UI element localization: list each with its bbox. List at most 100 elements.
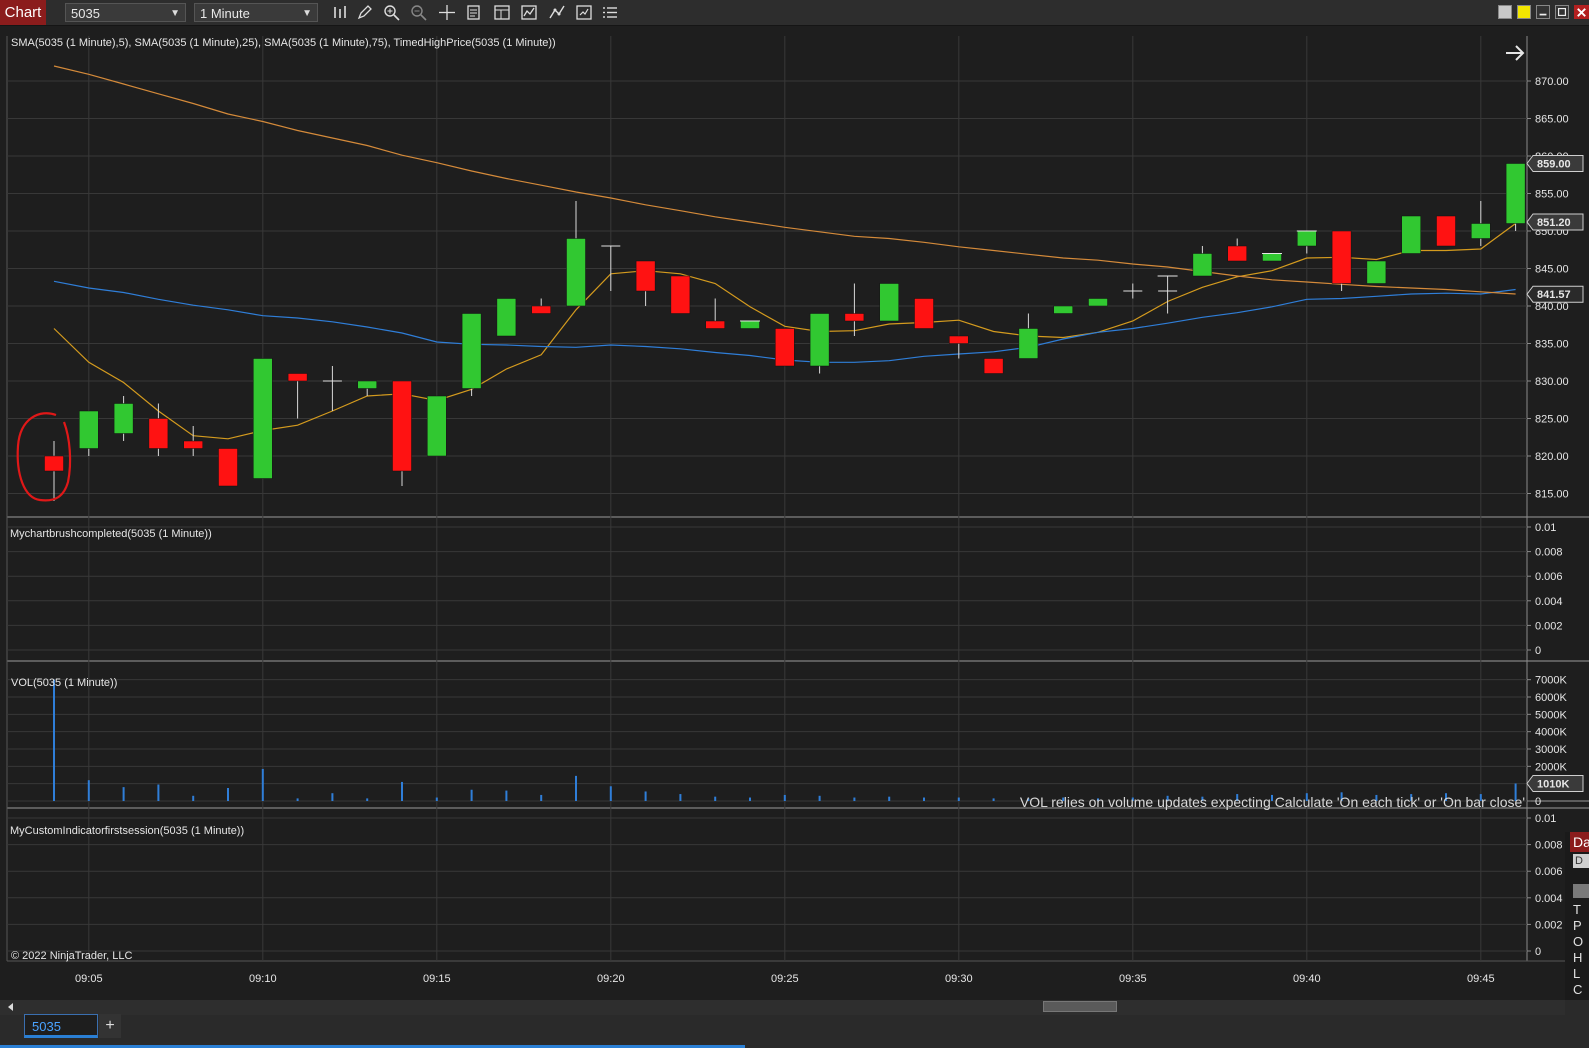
brush-tick-label: 0.004 bbox=[1535, 596, 1563, 608]
custom-tick-label: 0 bbox=[1535, 946, 1541, 958]
zoom-out-icon[interactable] bbox=[409, 3, 429, 22]
vol-panel-label: VOL(5035 (1 Minute)) bbox=[11, 677, 118, 689]
candle-body-down bbox=[218, 448, 238, 487]
strategies-icon[interactable] bbox=[547, 3, 567, 22]
horizontal-scrollbar[interactable] bbox=[0, 1000, 1565, 1015]
candle-body-down bbox=[914, 298, 934, 329]
price-tick-label: 815.00 bbox=[1535, 489, 1569, 501]
price-tick-label: 830.00 bbox=[1535, 376, 1569, 388]
custom-panel-label: MyCustomIndicatorfirstsession(5035 (1 Mi… bbox=[10, 825, 245, 837]
candle bbox=[392, 380, 412, 486]
indicators-icon[interactable] bbox=[519, 3, 539, 22]
minimize-button[interactable] bbox=[1536, 5, 1550, 19]
vol-tick-label: 4000K bbox=[1535, 727, 1567, 739]
chart-toolbar: Chart 5035 ▼ 1 Minute ▼ bbox=[0, 0, 1589, 26]
instrument-selector[interactable]: 5035 ▼ bbox=[65, 3, 186, 22]
candle-body-up bbox=[1018, 328, 1039, 359]
vol-marker-label: 1010K bbox=[1537, 778, 1569, 790]
candle-body-down bbox=[148, 418, 169, 449]
candle-body-up bbox=[79, 410, 99, 449]
chart-canvas[interactable]: 09:05 09:10 09:15 09:20 09:25 09:30 09:35 09:40… bbox=[0, 26, 1589, 987]
candle-body-down bbox=[183, 440, 203, 449]
candle-body-down bbox=[635, 260, 656, 292]
candle-body-down bbox=[670, 275, 691, 314]
time-tick-label: 09:25 bbox=[771, 973, 799, 985]
candle-body-up bbox=[1366, 260, 1387, 284]
scrollbar-thumb[interactable] bbox=[1043, 1001, 1117, 1012]
candle bbox=[1053, 305, 1073, 314]
instrument-value: 5035 bbox=[71, 6, 100, 21]
vol-tick-label: 5000K bbox=[1535, 709, 1567, 721]
candle-body-up bbox=[1471, 223, 1491, 239]
zoom-in-icon[interactable] bbox=[382, 3, 402, 22]
maximize-button[interactable] bbox=[1555, 5, 1569, 19]
link-color-button[interactable] bbox=[1517, 5, 1531, 19]
candle bbox=[1331, 230, 1352, 291]
bars-type-icon[interactable] bbox=[330, 3, 350, 22]
candle-body-up bbox=[427, 395, 447, 457]
custom-tick-label: 0.01 bbox=[1535, 813, 1556, 825]
tab-5035[interactable]: 5035 bbox=[24, 1014, 98, 1038]
candle-body-up bbox=[566, 238, 586, 307]
candle bbox=[1366, 260, 1387, 284]
candle-body-up bbox=[1297, 230, 1317, 247]
time-tick-label: 09:30 bbox=[945, 973, 973, 985]
draw-pencil-icon[interactable] bbox=[355, 3, 375, 22]
properties-icon[interactable] bbox=[492, 3, 512, 22]
brush-tick-label: 0.006 bbox=[1535, 571, 1563, 583]
candle bbox=[1505, 163, 1526, 231]
brush-tick-label: 0.002 bbox=[1535, 620, 1563, 632]
candle-body-up bbox=[1505, 163, 1526, 224]
interval-selector[interactable]: 1 Minute ▼ bbox=[194, 3, 318, 22]
candle bbox=[983, 358, 1004, 374]
candle-body-up bbox=[809, 313, 830, 367]
custom-tick-label: 0.004 bbox=[1535, 893, 1563, 905]
candle-body-down bbox=[1436, 215, 1456, 247]
candle-body-down bbox=[1227, 245, 1247, 262]
vol-tick-label: 7000K bbox=[1535, 675, 1567, 687]
menu-icon[interactable] bbox=[600, 3, 620, 22]
time-tick-label: 09:15 bbox=[423, 973, 451, 985]
time-tick-label: 09:10 bbox=[249, 973, 277, 985]
price-tick-label: 835.00 bbox=[1535, 339, 1569, 351]
scroll-left-icon[interactable] bbox=[8, 1003, 13, 1011]
time-tick-label: 09:05 bbox=[75, 973, 103, 985]
price-tick-label: 865.00 bbox=[1535, 114, 1569, 126]
time-tick-label: 09:20 bbox=[597, 973, 625, 985]
price-tick-label: 840.00 bbox=[1535, 301, 1569, 313]
candle bbox=[496, 298, 517, 337]
candle-body-up bbox=[1262, 253, 1282, 262]
tile-window-button[interactable] bbox=[1498, 5, 1512, 19]
crosshair-icon[interactable] bbox=[437, 3, 457, 22]
templates-icon[interactable] bbox=[574, 3, 594, 22]
data-box-header: Da bbox=[1570, 832, 1589, 852]
add-tab-button[interactable]: + bbox=[99, 1014, 121, 1038]
interval-value: 1 Minute bbox=[200, 6, 250, 21]
candle-body-up bbox=[1053, 305, 1073, 314]
data-box-rows: T P O H L C V bbox=[1573, 902, 1583, 1014]
candle bbox=[461, 313, 482, 396]
candle bbox=[1436, 215, 1456, 247]
candle-body-down bbox=[1331, 230, 1352, 284]
candle bbox=[809, 313, 830, 374]
candle bbox=[914, 298, 934, 329]
vol-note: VOL relies on volume updates expecting C… bbox=[1019, 794, 1525, 810]
close-button[interactable] bbox=[1574, 5, 1589, 19]
candle-body-up bbox=[357, 380, 377, 389]
bottom-bar: 5035 + bbox=[0, 1000, 1589, 1048]
vol-tick-label: 0 bbox=[1535, 796, 1541, 808]
candle bbox=[1088, 298, 1108, 307]
data-box-row: C bbox=[1573, 982, 1583, 997]
custom-tick-label: 0.006 bbox=[1535, 866, 1563, 878]
arrow-right-icon[interactable] bbox=[1503, 43, 1527, 63]
candle-body-down bbox=[287, 373, 308, 382]
candle-body-up bbox=[740, 320, 760, 329]
chevron-down-icon: ▼ bbox=[302, 8, 312, 19]
candle-body-down bbox=[44, 455, 64, 472]
vol-tick-label: 2000K bbox=[1535, 761, 1567, 773]
chart-svg[interactable]: 09:05 09:10 09:15 09:20 09:25 09:30 09:35 09:40… bbox=[0, 26, 1589, 987]
candle-body-down bbox=[392, 380, 412, 472]
candle bbox=[670, 275, 691, 314]
data-box-icon[interactable] bbox=[464, 3, 484, 22]
vol-tick-label: 6000K bbox=[1535, 692, 1567, 704]
